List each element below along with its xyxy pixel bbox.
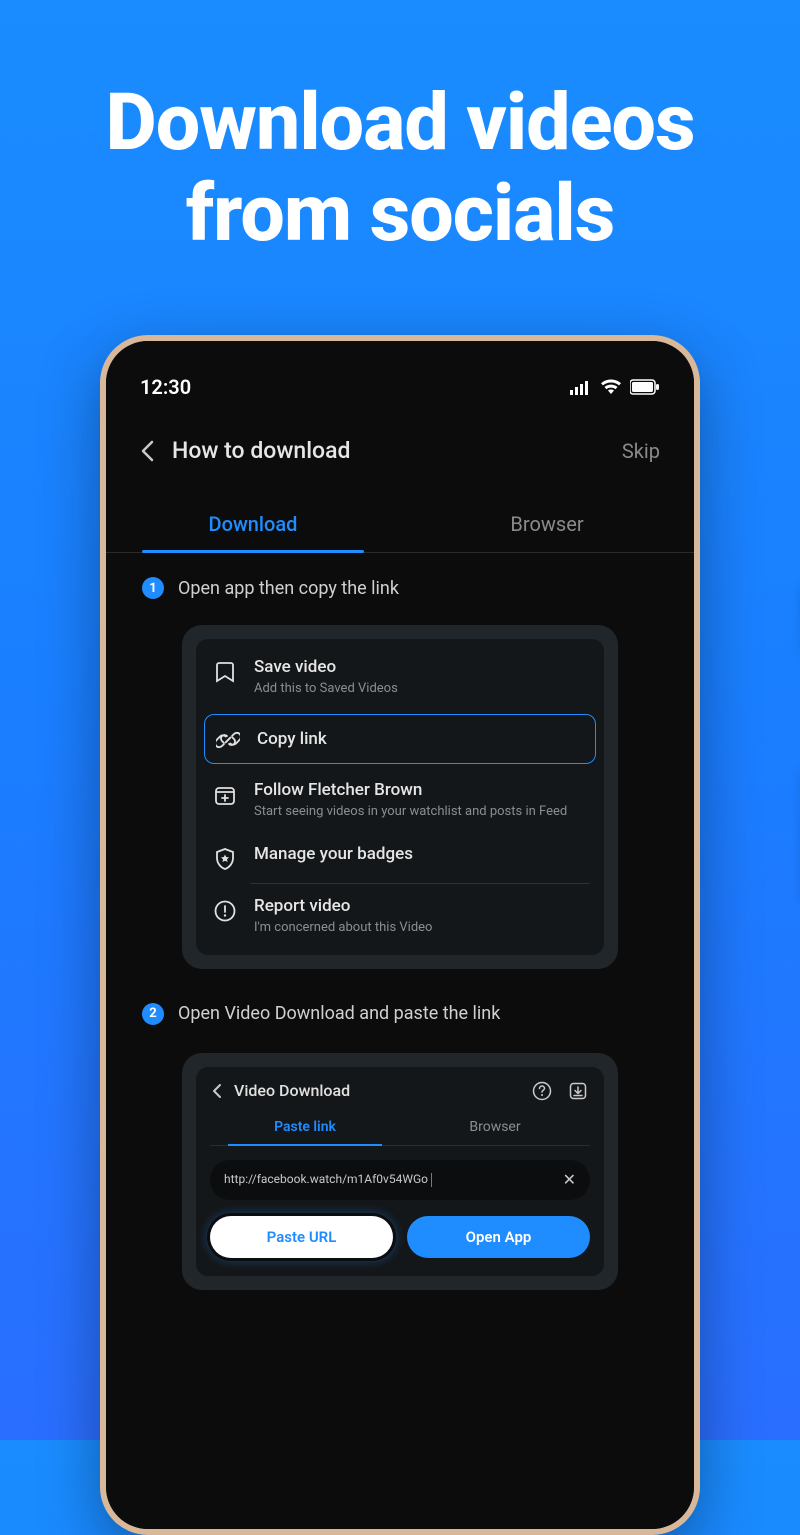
menu-sub: I'm concerned about this Video bbox=[254, 919, 432, 937]
tab-download[interactable]: Download bbox=[106, 498, 400, 552]
link-icon bbox=[215, 727, 241, 753]
menu-item-follow[interactable]: Follow Fletcher Brown Start seeing video… bbox=[196, 768, 604, 833]
context-menu: Save video Add this to Saved Videos Copy… bbox=[196, 639, 604, 955]
url-value: http://facebook.watch/m1Af0v54WGo bbox=[224, 1172, 553, 1187]
step-badge: 1 bbox=[142, 577, 164, 599]
add-box-icon bbox=[212, 782, 238, 808]
menu-item-report[interactable]: Report video I'm concerned about this Vi… bbox=[196, 884, 604, 949]
status-icons bbox=[570, 379, 660, 395]
shield-star-icon bbox=[212, 846, 238, 872]
header-left: How to download bbox=[140, 437, 350, 464]
app-preview-card: Video Download Paste link Browser bbox=[182, 1053, 618, 1290]
battery-icon bbox=[630, 379, 660, 395]
step-2-text: Open Video Download and paste the link bbox=[178, 1003, 500, 1024]
bookmark-icon bbox=[212, 659, 238, 685]
phone-frame: 12:30 How to download Skip bbox=[100, 335, 700, 1535]
step-1-text: Open app then copy the link bbox=[178, 578, 399, 599]
menu-title: Follow Fletcher Brown bbox=[254, 780, 567, 800]
download-icon[interactable] bbox=[568, 1081, 588, 1101]
back-icon[interactable] bbox=[140, 440, 154, 462]
hero-line2: from socials bbox=[186, 168, 615, 260]
tab-browser[interactable]: Browser bbox=[400, 498, 694, 552]
app-header: Video Download bbox=[210, 1077, 590, 1111]
app-tab-browser[interactable]: Browser bbox=[400, 1111, 590, 1145]
button-row: Paste URL Open App bbox=[210, 1216, 590, 1258]
menu-title: Copy link bbox=[257, 729, 327, 749]
skip-button[interactable]: Skip bbox=[622, 439, 660, 463]
app-tab-paste[interactable]: Paste link bbox=[210, 1111, 400, 1145]
wifi-icon bbox=[600, 379, 622, 395]
step-2: 2 Open Video Download and paste the link bbox=[106, 969, 694, 1041]
app-title: Video Download bbox=[234, 1081, 350, 1100]
phone-screen: 12:30 How to download Skip bbox=[106, 341, 694, 1529]
menu-sub: Start seeing videos in your watchlist an… bbox=[254, 803, 567, 821]
open-app-button[interactable]: Open App bbox=[407, 1216, 590, 1258]
hero-line1: Download videos bbox=[106, 77, 695, 169]
paste-url-button[interactable]: Paste URL bbox=[210, 1216, 393, 1258]
menu-sub: Add this to Saved Videos bbox=[254, 680, 398, 698]
app-preview: Video Download Paste link Browser bbox=[196, 1067, 604, 1276]
menu-title: Manage your badges bbox=[254, 844, 413, 864]
status-time: 12:30 bbox=[140, 375, 191, 399]
page-header: How to download Skip bbox=[106, 403, 694, 464]
clear-icon[interactable]: ✕ bbox=[563, 1170, 576, 1189]
menu-item-badges[interactable]: Manage your badges bbox=[196, 832, 604, 884]
alert-circle-icon bbox=[212, 898, 238, 924]
status-bar: 12:30 bbox=[106, 341, 694, 403]
page-title: How to download bbox=[172, 437, 350, 464]
menu-title: Save video bbox=[254, 657, 398, 677]
step-1: 1 Open app then copy the link bbox=[106, 553, 694, 615]
tabs: Download Browser bbox=[106, 498, 694, 553]
hero-title: Download videos from socials bbox=[0, 0, 800, 260]
app-tabs: Paste link Browser bbox=[210, 1111, 590, 1146]
url-input[interactable]: http://facebook.watch/m1Af0v54WGo ✕ bbox=[210, 1160, 590, 1200]
menu-item-copy-link[interactable]: Copy link bbox=[204, 714, 596, 764]
context-menu-card: Save video Add this to Saved Videos Copy… bbox=[182, 625, 618, 969]
signal-icon bbox=[570, 379, 592, 395]
help-icon[interactable] bbox=[532, 1081, 552, 1101]
back-icon[interactable] bbox=[212, 1083, 222, 1099]
step-badge: 2 bbox=[142, 1003, 164, 1025]
menu-item-save[interactable]: Save video Add this to Saved Videos bbox=[196, 645, 604, 710]
menu-title: Report video bbox=[254, 896, 432, 916]
